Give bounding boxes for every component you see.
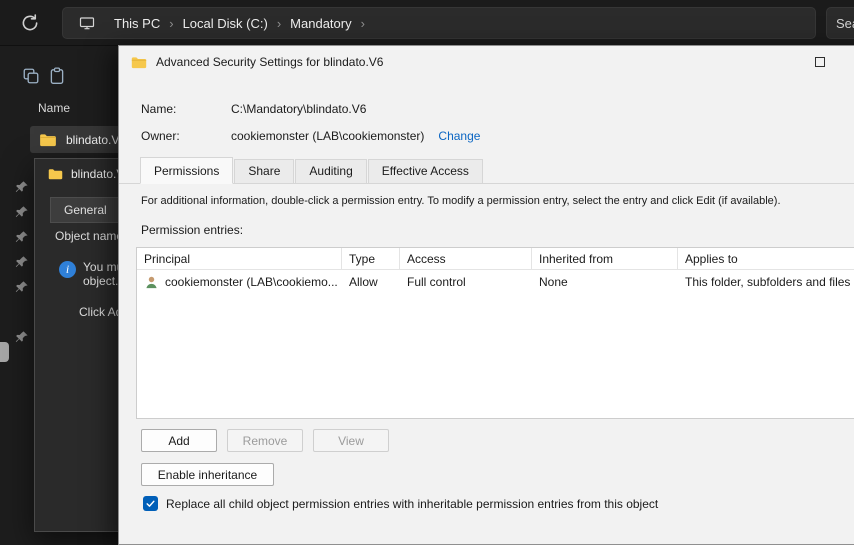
dialog-titlebar[interactable]: Advanced Security Settings for blindato.… [119,46,854,78]
chevron-right-icon: › [360,15,365,31]
permission-entries-table: Principal Type Access Inherited from App… [136,247,854,419]
maximize-icon [815,57,825,67]
instruction-text: For additional information, double-click… [141,195,781,207]
table-row[interactable]: cookiemonster (LAB\cookiemo... Allow Ful… [137,270,854,294]
refresh-icon[interactable] [20,13,40,33]
name-label: Name: [141,102,177,116]
advanced-security-dialog: Advanced Security Settings for blindato.… [118,45,854,545]
owner-label: Owner: [141,129,180,143]
permission-entries-label: Permission entries: [141,223,244,237]
tab-permissions[interactable]: Permissions [140,157,234,184]
owner-field-row: Owner: cookiemonster (LAB\cookiemonster)… [141,129,480,143]
nav-scroll-indicator [0,342,9,362]
info-text-line2: object. [83,274,119,288]
name-field-row: Name: C:\Mandatory\blindato.V6 [141,102,366,116]
column-header-inherited-from[interactable]: Inherited from [532,248,678,269]
address-bar[interactable]: This PC › Local Disk (C:) › Mandatory › [62,7,816,39]
enable-inheritance-button[interactable]: Enable inheritance [141,463,274,486]
folder-icon [131,56,147,69]
column-header-name[interactable]: Name [38,101,70,115]
pinned-nav-item pin-icon[interactable] [15,255,29,269]
column-header-applies-to[interactable]: Applies to [678,248,854,269]
paste-icon[interactable] [48,67,66,85]
replace-permissions-label: Replace all child object permission entr… [166,496,659,511]
pinned-nav-item pin-icon[interactable] [15,230,29,244]
tab-auditing[interactable]: Auditing [295,159,367,183]
column-header-principal[interactable]: Principal [137,248,342,269]
copy-icon[interactable] [22,67,40,85]
breadcrumb-local-disk-c[interactable]: Local Disk (C:) [174,16,277,31]
remove-button[interactable]: Remove [227,429,303,452]
column-header-access[interactable]: Access [400,248,532,269]
tab-general[interactable]: General [50,197,121,223]
folder-icon [48,168,63,180]
pinned-nav-item pin-icon[interactable] [15,205,29,219]
folder-icon [39,133,57,147]
name-value: C:\Mandatory\blindato.V6 [231,102,367,116]
table-header-row: Principal Type Access Inherited from App… [137,248,854,270]
cell-type: Allow [349,275,378,289]
dialog-tabs: Permissions Share Auditing Effective Acc… [119,157,854,184]
column-header-type[interactable]: Type [342,248,400,269]
user-icon [144,275,159,290]
pinned-nav-item pin-icon[interactable] [15,280,29,294]
cell-applies-to: This folder, subfolders and files [685,275,851,289]
breadcrumb-this-pc[interactable]: This PC [105,16,169,31]
pinned-nav-item pin-icon[interactable] [15,180,29,194]
breadcrumb-mandatory[interactable]: Mandatory [281,16,360,31]
cell-principal: cookiemonster (LAB\cookiemo... [137,275,342,290]
add-button[interactable]: Add [141,429,217,452]
replace-permissions-checkbox[interactable] [143,496,158,511]
pinned-nav-item pin-icon[interactable] [15,330,29,344]
this-pc-icon [69,15,105,31]
hint-text: Click Ad [79,305,123,319]
explorer-address-toolbar: This PC › Local Disk (C:) › Mandatory › … [0,0,854,46]
dialog-title: Advanced Security Settings for blindato.… [156,55,384,69]
cell-access: Full control [407,275,466,289]
tab-effective-access[interactable]: Effective Access [367,159,483,183]
cell-inherited-from: None [539,275,568,289]
tab-share[interactable]: Share [234,159,295,183]
search-input[interactable]: Sea [826,7,854,39]
view-button[interactable]: View [313,429,389,452]
object-name-label: Object name: [55,229,127,243]
search-text: Sea [836,15,854,31]
change-owner-link[interactable]: Change [438,129,480,143]
maximize-button[interactable] [797,47,843,77]
info-icon: i [59,261,76,278]
owner-value: cookiemonster (LAB\cookiemonster) [231,129,425,143]
replace-permissions-row: Replace all child object permission entr… [143,496,658,511]
